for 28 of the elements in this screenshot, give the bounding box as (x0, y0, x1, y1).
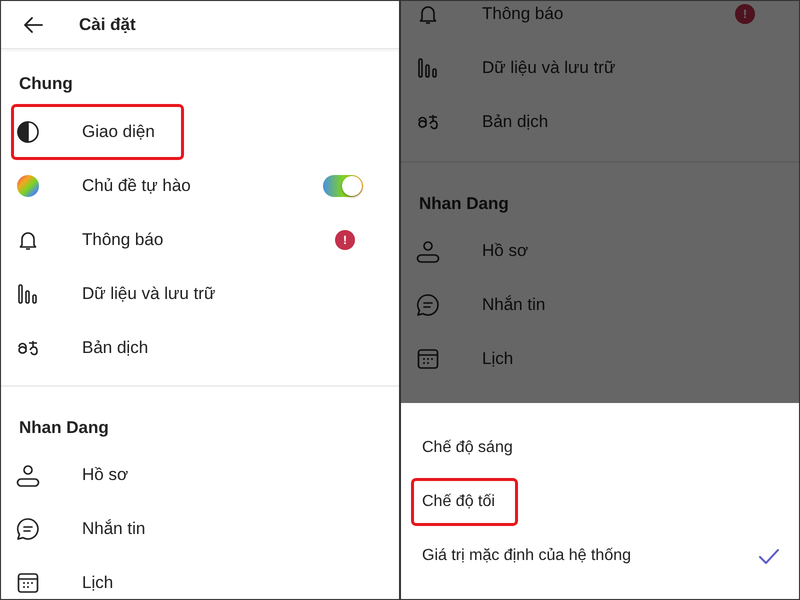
settings-item[interactable]: Lịch (82, 573, 114, 593)
calendar-icon (16, 571, 40, 595)
settings-item[interactable]: Thông báo (82, 230, 164, 250)
section-heading: Chung (18, 73, 74, 95)
person-icon (416, 239, 440, 263)
person-icon (16, 463, 40, 487)
settings-item[interactable]: Nhắn tin (82, 519, 146, 539)
settings-item[interactable]: Hồ sơ (82, 465, 128, 485)
settings-item[interactable]: Giao diện (82, 122, 155, 142)
contrast-icon (16, 120, 40, 144)
theme-option[interactable]: Chế độ sáng (411, 426, 524, 470)
color-wheel-icon (16, 174, 40, 198)
settings-item[interactable]: Dữ liệu và lưu trữ (82, 284, 216, 304)
theme-option[interactable]: Giá trị mặc định của hệ thống (411, 534, 642, 578)
settings-item[interactable]: Chủ đề tự hào (82, 176, 191, 196)
chat-icon (416, 293, 440, 317)
toggle-switch[interactable] (323, 175, 363, 197)
alert-badge: ! (335, 230, 355, 250)
page-title: Cài đặt (79, 14, 136, 34)
bars-icon (416, 56, 440, 80)
theme-option[interactable]: Chế độ tối (411, 478, 518, 526)
section-heading: Nhan Dang (18, 417, 110, 439)
settings-item[interactable]: Bản dịch (82, 338, 148, 358)
bars-icon (16, 282, 40, 306)
calendar-icon (416, 347, 440, 371)
alert-badge: ! (735, 4, 755, 24)
section-heading: Nhan Dang (418, 193, 510, 215)
chat-icon (16, 517, 40, 541)
